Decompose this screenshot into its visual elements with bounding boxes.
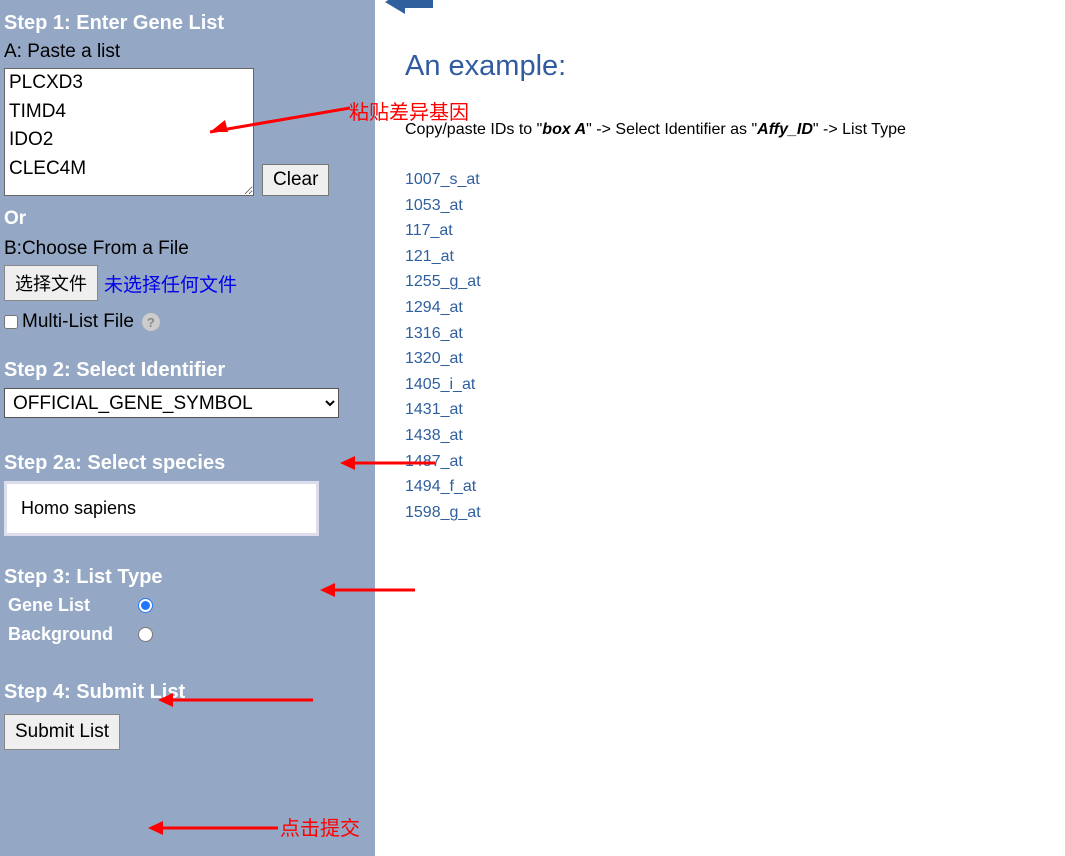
example-id: 1007_s_at: [405, 167, 1065, 193]
example-id: 117_at: [405, 218, 1065, 244]
gene-list-textarea[interactable]: [4, 68, 254, 196]
radio-genelist-label: Gene List: [8, 595, 128, 616]
step1-label-b: B:Choose From a File: [4, 238, 371, 260]
identifier-select[interactable]: OFFICIAL_GENE_SYMBOL: [4, 388, 339, 418]
example-id: 1255_g_at: [405, 269, 1065, 295]
choose-file-button[interactable]: 选择文件: [4, 265, 98, 301]
help-icon[interactable]: ?: [142, 313, 160, 331]
example-id: 1494_f_at: [405, 474, 1065, 500]
multi-list-checkbox[interactable]: [4, 315, 18, 329]
multi-list-label: Multi-List File: [22, 311, 134, 333]
example-id: 121_at: [405, 244, 1065, 270]
submit-list-button[interactable]: Submit List: [4, 714, 120, 750]
species-input[interactable]: Homo sapiens: [4, 481, 319, 536]
back-arrow-icon: [385, 0, 435, 20]
example-id: 1053_at: [405, 193, 1065, 219]
example-id: 1487_at: [405, 449, 1065, 475]
example-id: 1431_at: [405, 397, 1065, 423]
example-id: 1438_at: [405, 423, 1065, 449]
radio-background[interactable]: [138, 627, 153, 642]
example-id: 1316_at: [405, 321, 1065, 347]
radio-genelist[interactable]: [138, 598, 153, 613]
example-heading: An example:: [405, 50, 1065, 83]
example-id: 1405_i_at: [405, 372, 1065, 398]
step4-title: Step 4: Submit List: [4, 681, 371, 704]
species-value: Homo sapiens: [21, 498, 136, 519]
step1-title: Step 1: Enter Gene List: [4, 12, 371, 35]
step3-title: Step 3: List Type: [4, 566, 371, 589]
clear-button[interactable]: Clear: [262, 164, 329, 196]
file-status-text: 未选择任何文件: [104, 270, 237, 297]
example-id-list: 1007_s_at1053_at117_at121_at1255_g_at129…: [405, 167, 1065, 525]
radio-background-label: Background: [8, 624, 128, 645]
right-panel: An example: Copy/paste IDs to "box A" ->…: [375, 0, 1065, 856]
step1-label-a: A: Paste a list: [4, 41, 371, 63]
example-id: 1598_g_at: [405, 500, 1065, 526]
example-id: 1320_at: [405, 346, 1065, 372]
example-id: 1294_at: [405, 295, 1065, 321]
example-instruction: Copy/paste IDs to "box A" -> Select Iden…: [405, 121, 1065, 139]
left-panel: Step 1: Enter Gene List A: Paste a list …: [0, 0, 375, 856]
step2-title: Step 2: Select Identifier: [4, 359, 371, 382]
step2a-title: Step 2a: Select species: [4, 452, 371, 475]
or-label: Or: [4, 208, 371, 230]
